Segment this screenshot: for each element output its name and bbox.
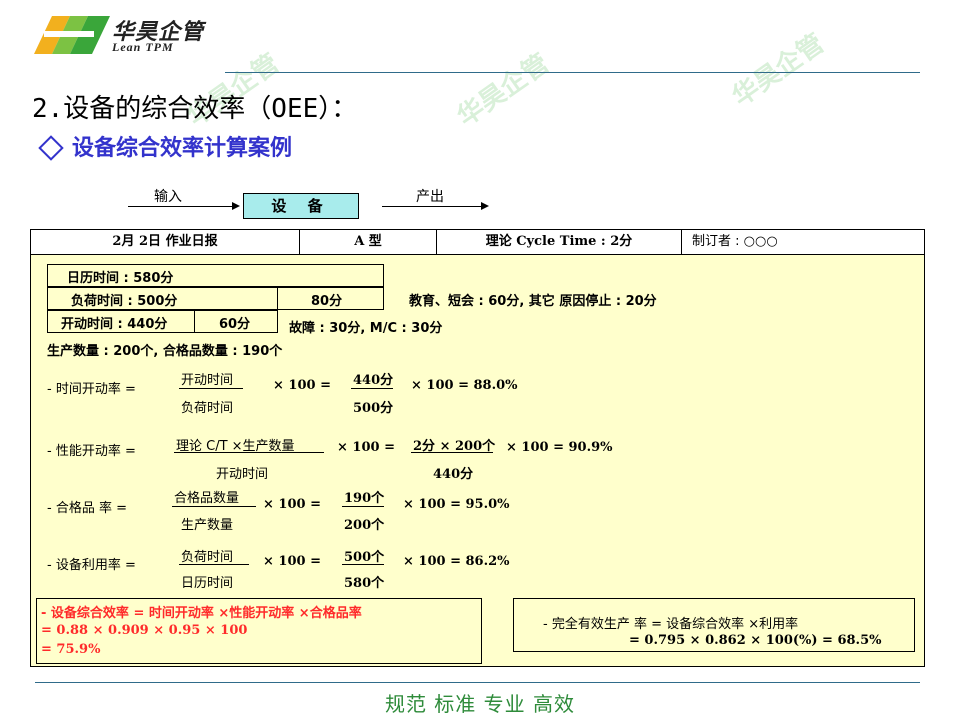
footer-slogan: 规范 标准 专业 高效	[384, 692, 576, 716]
availability-label: - 时间开动率 =	[47, 382, 136, 397]
logo-subtext: Lean TPM	[112, 40, 174, 54]
production-quantity: 生产数量 : 200个, 合格品数量 : 190个	[47, 344, 283, 359]
oee-calculation: = 0.88 × 0.909 × 0.95 × 100	[41, 623, 248, 638]
oee-formula: - 设备综合效率 = 时间开动率 ×性能开动率 ×合格品率	[41, 606, 362, 621]
quality-value-numerator: 190个	[344, 491, 385, 506]
quality-value-denominator: 200个	[344, 518, 385, 533]
teep-calculation: = 0.795 × 0.862 × 100(%) = 68.5%	[629, 633, 882, 648]
fraction-line	[179, 388, 243, 389]
availability-value-denominator: 500分	[353, 401, 394, 416]
utilization-value-numerator: 500个	[344, 550, 385, 565]
arrow-right-icon	[481, 202, 489, 210]
subtitle: 设备综合效率计算案例	[36, 130, 292, 162]
utilization-label: - 设备利用率 =	[47, 558, 136, 573]
utilization-value-denominator: 580个	[344, 576, 385, 591]
oee-report-table: 2月 2日 作业日报 A 型 理论 Cycle Time : 2分 制订者 : …	[30, 229, 925, 667]
fraction-line	[174, 452, 324, 453]
flow-output-arrow-line	[382, 206, 482, 207]
quality-numerator: 合格品数量	[174, 491, 240, 506]
utilization-times100: × 100 =	[263, 554, 321, 569]
section-title: 2.设备的综合效率（OEE）：	[32, 94, 358, 124]
operating-loss: 60分	[219, 317, 251, 332]
load-loss-note: 教育、短会 : 60分, 其它 原因停止 : 20分	[409, 294, 657, 309]
quality-label: - 合格品 率 =	[47, 501, 127, 516]
arrow-right-icon	[232, 202, 240, 210]
fraction-line	[172, 506, 256, 507]
operating-time: 开动时间 : 440分	[61, 317, 168, 332]
watermark: 华昊企管	[727, 28, 830, 113]
subtitle-text: 设备综合效率计算案例	[72, 136, 293, 161]
availability-result: × 100 = 88.0%	[411, 378, 518, 393]
logo-icon	[34, 16, 110, 54]
operating-loss-note: 故障 : 30分, M/C : 30分	[289, 321, 443, 336]
quality-denominator: 生产数量	[181, 518, 234, 533]
watermark: 华昊企管	[452, 48, 555, 133]
availability-value-numerator: 440分	[353, 373, 394, 388]
load-time: 负荷时间 : 500分	[71, 294, 178, 309]
utilization-result: × 100 = 86.2%	[403, 554, 510, 569]
header-model: A 型	[300, 230, 437, 254]
header-author: 制订者 : ○○○	[692, 234, 778, 249]
load-loss: 80分	[311, 294, 343, 309]
header-date: 2月 2日 作业日报	[31, 230, 300, 254]
flow-input-arrow-line	[128, 206, 233, 207]
flow-output-label: 产出	[416, 189, 444, 205]
fraction-line	[342, 506, 384, 507]
fraction-line	[411, 452, 493, 453]
flow-input-label: 输入	[154, 189, 182, 205]
quality-times100: × 100 =	[263, 497, 321, 512]
calendar-time: 日历时间 : 580分	[67, 271, 174, 286]
performance-result: × 100 = 90.9%	[506, 440, 613, 455]
table-header-row: 2月 2日 作业日报 A 型 理论 Cycle Time : 2分 制订者 : …	[31, 230, 924, 255]
utilization-denominator: 日历时间	[181, 576, 234, 591]
fraction-line	[342, 564, 384, 565]
fraction-line	[179, 564, 249, 565]
header-divider	[225, 72, 920, 73]
availability-numerator: 开动时间	[181, 373, 234, 388]
performance-denominator: 开动时间	[216, 467, 269, 482]
availability-denominator: 负荷时间	[181, 401, 234, 416]
utilization-numerator: 负荷时间	[181, 550, 234, 565]
header-cycle-time: 理论 Cycle Time : 2分	[437, 230, 682, 254]
availability-times100: × 100 =	[273, 378, 331, 393]
flow-equipment-box: 设 备	[243, 193, 359, 219]
footer-divider	[35, 682, 920, 683]
diamond-icon	[38, 135, 64, 161]
oee-result: = 75.9%	[41, 642, 101, 657]
quality-result: × 100 = 95.0%	[403, 497, 510, 512]
performance-label: - 性能开动率 =	[47, 444, 136, 459]
performance-value-denominator: 440分	[433, 467, 474, 482]
teep-formula: - 完全有效生产 率 = 设备综合效率 ×利用率	[543, 617, 799, 632]
fraction-line	[351, 388, 393, 389]
performance-times100: × 100 =	[337, 440, 395, 455]
